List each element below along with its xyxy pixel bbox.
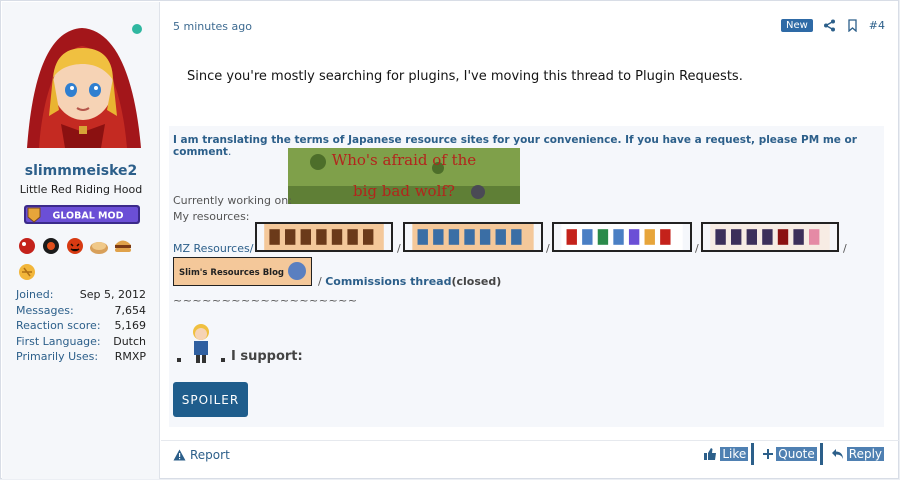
stat-label: Primarily Uses: [16,350,99,363]
stat-value: Sep 5, 2012 [79,288,146,301]
burger-trophy-icon[interactable] [112,234,134,256]
stat-label: Messages: [16,303,74,317]
hand-trophy-icon[interactable] [16,260,38,282]
closed-label: (closed) [451,275,502,288]
post-timestamp[interactable]: 5 minutes ago [173,20,252,33]
reply-label: Reply [846,447,884,461]
warning-icon [173,449,186,461]
post-actions: New #4 [780,19,885,32]
stat-value: RMXP [114,350,146,363]
resource-banner-3[interactable] [552,222,692,252]
stat-joined: Joined: Sep 5, 2012 [16,287,146,303]
signature: I am translating the terms of Japanese r… [169,126,884,427]
user-info-column: slimmmeiske2 Little Red Riding Hood GLOB… [2,2,160,479]
post-number[interactable]: #4 [869,19,885,32]
message-post: slimmmeiske2 Little Red Riding Hood GLOB… [0,0,899,479]
like-label: Like [720,447,749,461]
report-label: Report [190,448,230,462]
resource-banner-1[interactable] [255,222,393,252]
separator-slash: / [318,275,322,288]
quote-label: Quote [776,447,817,461]
share-icon[interactable] [823,19,836,32]
stat-first-language: First Language: Dutch [16,334,146,350]
stat-value: 5,169 [114,319,147,332]
separator-slash: / [695,242,699,255]
banner-wolf-line2: big bad wolf? [353,182,455,200]
reaction-bar: Like Quote Reply [704,443,884,465]
tilde-divider: ~~~~~~~~~~~~~~~~~~~ [173,294,358,307]
thumbs-up-icon [704,448,717,460]
stat-value: 7,654 [114,303,147,317]
post-footer: Report Like Quote Reply [161,440,899,470]
reaction-separator [751,443,755,465]
signature-links-row: Slim's Resources Blog / Commissions thre… [173,257,883,289]
banner-wolf-line1: Who's afraid of the [332,151,477,169]
resource-banner-2[interactable] [403,222,543,252]
new-badge: New [780,19,813,32]
pumpkin-trophy-icon[interactable] [64,234,86,256]
translating-text-end: . [227,146,232,158]
user-stats: Joined: Sep 5, 2012 Messages: 7,654 Reacti… [16,287,146,365]
bread-trophy-icon[interactable] [88,234,110,256]
trophy-icons [16,234,146,282]
separator-slash: / [397,242,401,255]
blog-banner-label: Slim's Resources Blog [179,268,284,278]
user-avatar[interactable] [17,20,147,150]
big-bad-wolf-banner[interactable]: Who's afraid of the big bad wolf? [288,148,520,204]
support-sprite-icon [177,324,225,363]
like-button[interactable]: Like [704,444,749,464]
post-message: Since you're mostly searching for plugin… [187,69,743,84]
online-status-dot [132,24,142,34]
black-pumpkin-trophy-icon[interactable] [40,234,62,256]
stat-label: Joined: [16,288,54,301]
stat-value: Dutch [113,334,146,348]
commissions-thread-link[interactable]: / Commissions thread(closed) [318,275,501,288]
separator-slash: / [843,242,847,255]
post-main: 5 minutes ago New #4 Since you're mostly… [161,2,899,479]
bookmark-icon[interactable] [846,19,859,32]
reply-arrow-icon [831,448,843,459]
reply-button[interactable]: Reply [831,444,884,464]
signature-translating-text: I am translating the terms of Japanese r… [173,134,884,158]
stat-primarily-uses: Primarily Uses: RMXP [16,349,146,365]
resource-banners-row: MZ Resources/ / / / / [173,222,883,255]
reaction-separator [819,443,823,465]
separator-slash: / [546,242,550,255]
quote-button[interactable]: Quote [763,444,817,464]
stat-reaction-score: Reaction score: 5,169 [16,318,146,334]
resource-banner-4[interactable] [701,222,839,252]
currently-working-label: Currently working on: [173,194,292,207]
spoiler-button[interactable]: SPOILER [173,382,248,417]
plus-icon [763,449,774,459]
support-label: I support: [231,349,303,364]
username-link[interactable]: slimmmeiske2 [2,163,160,179]
stat-label: Reaction score: [16,319,101,332]
stat-label: First Language: [16,334,101,348]
stat-messages: Messages: 7,654 [16,303,146,319]
global-mod-badge-label: GLOBAL MOD [53,211,124,222]
commissions-label: Commissions thread [325,275,452,288]
user-title: Little Red Riding Hood [19,183,143,196]
support-section: I support: [173,322,473,370]
red-creature-trophy-icon[interactable] [16,234,38,256]
global-mod-badge: GLOBAL MOD [24,205,140,224]
report-link[interactable]: Report [173,448,230,462]
resources-blog-banner[interactable]: Slim's Resources Blog [173,257,312,286]
mz-resources-link[interactable]: MZ Resources/ [173,242,253,255]
